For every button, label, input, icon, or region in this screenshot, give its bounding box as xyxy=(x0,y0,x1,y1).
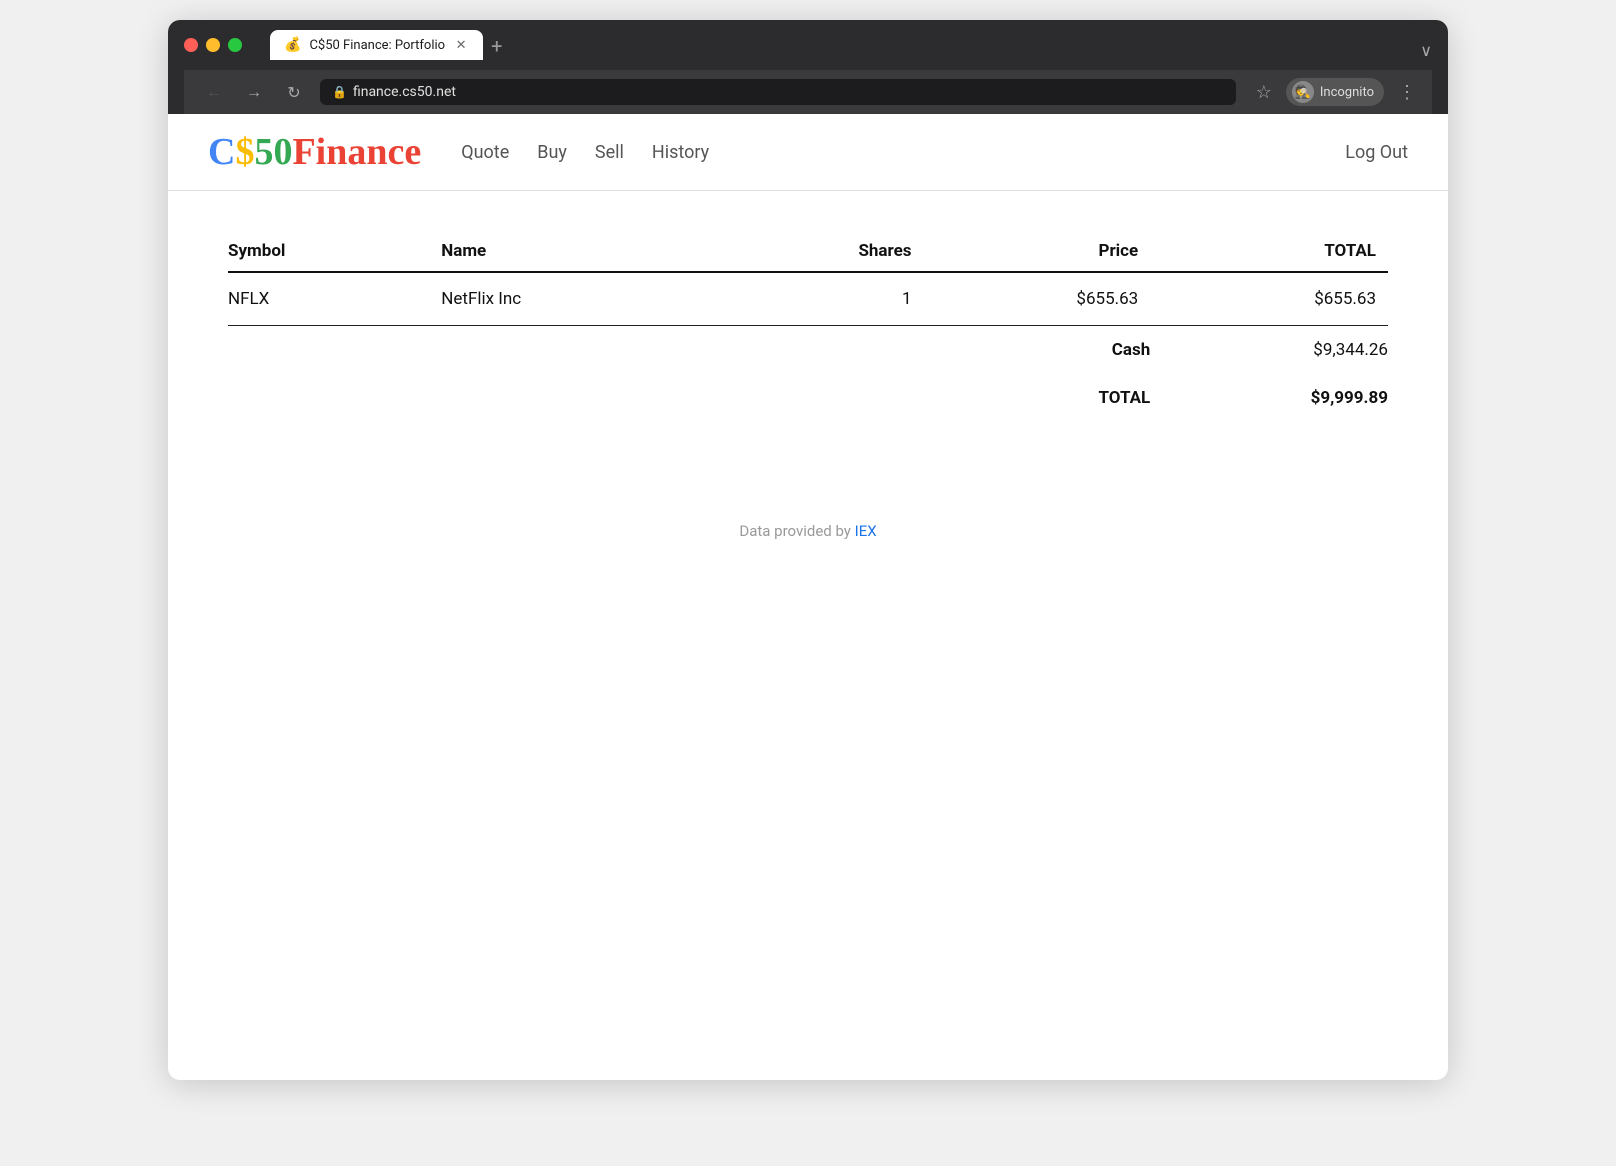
total-empty xyxy=(228,374,924,422)
lock-icon: 🔒 xyxy=(332,85,347,99)
site-logo[interactable]: C $ 50 Finance xyxy=(208,130,421,174)
col-symbol: Symbol xyxy=(228,231,441,272)
site-navbar: C $ 50 Finance Quote Buy Sell History Lo… xyxy=(168,114,1448,191)
tabs-chevron-icon[interactable]: ∨ xyxy=(1420,41,1432,60)
col-name: Name xyxy=(441,231,723,272)
forward-button[interactable]: → xyxy=(240,78,268,106)
logo-finance: Finance xyxy=(292,130,421,174)
browser-window: 💰 C$50 Finance: Portfolio ✕ + ∨ ← → ↻ 🔒 … xyxy=(168,20,1448,1080)
browser-titlebar: 💰 C$50 Finance: Portfolio ✕ + ∨ ← → ↻ 🔒 … xyxy=(168,20,1448,114)
bookmark-icon[interactable]: ☆ xyxy=(1256,82,1272,103)
incognito-badge: 🕵 Incognito xyxy=(1286,78,1384,106)
browser-more-icon[interactable]: ⋮ xyxy=(1398,82,1416,103)
logout-button[interactable]: Log Out xyxy=(1345,142,1408,163)
nav-link-buy[interactable]: Buy xyxy=(537,142,567,163)
address-bar[interactable]: 🔒 finance.cs50.net xyxy=(320,79,1236,105)
cell-name: NetFlix Inc xyxy=(441,272,723,326)
site-nav-links: Quote Buy Sell History xyxy=(461,142,1345,163)
back-button[interactable]: ← xyxy=(200,78,228,106)
cash-label: Cash xyxy=(924,326,1151,375)
cell-shares: 1 xyxy=(724,272,924,326)
browser-tabs: 💰 C$50 Finance: Portfolio ✕ + ∨ xyxy=(270,30,1432,60)
maximize-button[interactable] xyxy=(228,38,242,52)
cell-price: $655.63 xyxy=(924,272,1151,326)
cell-total: $655.63 xyxy=(1150,272,1388,326)
col-total: TOTAL xyxy=(1150,231,1388,272)
logo-dollar: $ xyxy=(235,130,254,174)
cash-value: $9,344.26 xyxy=(1150,326,1388,375)
col-price: Price xyxy=(924,231,1151,272)
browser-addressbar: ← → ↻ 🔒 finance.cs50.net ☆ 🕵 Incognito ⋮ xyxy=(184,70,1432,114)
close-button[interactable] xyxy=(184,38,198,52)
new-tab-button[interactable]: + xyxy=(491,36,502,60)
total-value: $9,999.89 xyxy=(1150,374,1388,422)
browser-toolbar-right: ☆ 🕵 Incognito ⋮ xyxy=(1256,78,1416,106)
page-footer: Data provided by IEX xyxy=(168,462,1448,570)
table-row: NFLX NetFlix Inc 1 $655.63 $655.63 xyxy=(228,272,1388,326)
incognito-label: Incognito xyxy=(1320,85,1374,100)
cash-row: Cash $9,344.26 xyxy=(228,326,1388,375)
page-content: C $ 50 Finance Quote Buy Sell History Lo… xyxy=(168,114,1448,1014)
url-text: finance.cs50.net xyxy=(353,84,456,100)
nav-link-quote[interactable]: Quote xyxy=(461,142,509,163)
total-label: TOTAL xyxy=(924,374,1151,422)
incognito-avatar-icon: 🕵 xyxy=(1292,81,1314,103)
tab-close-icon[interactable]: ✕ xyxy=(453,37,469,53)
table-header-row: Symbol Name Shares Price TOTAL xyxy=(228,231,1388,272)
nav-link-history[interactable]: History xyxy=(652,142,709,163)
footer-iex-link[interactable]: IEX xyxy=(855,522,877,540)
site-nav-right: Log Out xyxy=(1345,142,1408,163)
cell-symbol: NFLX xyxy=(228,272,441,326)
total-row: TOTAL $9,999.89 xyxy=(228,374,1388,422)
tab-favicon-icon: 💰 xyxy=(284,37,301,53)
cash-empty xyxy=(228,326,924,375)
minimize-button[interactable] xyxy=(206,38,220,52)
traffic-lights xyxy=(184,38,242,52)
nav-link-sell[interactable]: Sell xyxy=(595,142,624,163)
logo-50: 50 xyxy=(254,130,292,174)
reload-button[interactable]: ↻ xyxy=(280,78,308,106)
portfolio-table: Symbol Name Shares Price TOTAL NFLX NetF… xyxy=(228,231,1388,422)
tab-title: C$50 Finance: Portfolio xyxy=(309,38,445,53)
footer-prefix: Data provided by xyxy=(739,522,854,540)
active-tab[interactable]: 💰 C$50 Finance: Portfolio ✕ xyxy=(270,30,483,60)
logo-c: C xyxy=(208,130,235,174)
col-shares: Shares xyxy=(724,231,924,272)
portfolio-section: Symbol Name Shares Price TOTAL NFLX NetF… xyxy=(168,191,1448,462)
